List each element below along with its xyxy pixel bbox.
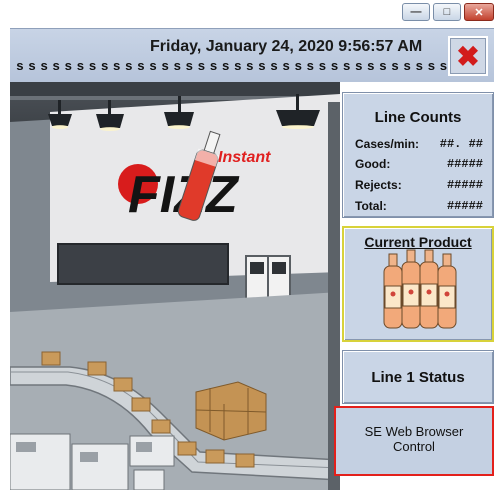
line-counts-title: Line Counts [374,109,462,126]
web-browser-control-label: SE Web Browser Control [336,424,492,454]
window-chrome: — □ ✕ [0,0,494,28]
line-counts-panel: Line Counts Cases/min: ##. ## Good: ####… [342,92,494,218]
close-screen-button[interactable]: ✖ [448,36,488,76]
count-value: ##### [446,199,483,213]
minimize-window-button[interactable]: — [402,3,430,21]
count-label: Rejects: [355,178,402,192]
minimize-icon: — [410,6,422,18]
count-label: Good: [355,157,391,171]
hmi-window: — □ ✕ Friday, January 24, 2020 9:56:57 A… [0,0,494,490]
good-count-row: Good: ##### [355,157,483,171]
line-1-status-label: Line 1 Status [371,369,465,386]
close-icon: ✕ [474,6,484,19]
count-value: ##. ## [439,137,483,151]
product-bottles-icon [383,249,457,329]
count-value: ##### [446,157,483,171]
brand-tagline: Instant [218,149,271,166]
rejects-count-row: Rejects: ##### [355,178,483,192]
datetime-display: Friday, January 24, 2020 9:56:57 AM [150,38,423,55]
message-ticker: ssssssssssssssssssssssssssssssssssss [16,59,452,74]
pallet-stack [195,381,267,441]
line-1-status-button[interactable]: Line 1 Status [342,350,494,404]
close-x-icon: ✖ [456,40,480,72]
total-count-row: Total: ##### [355,199,483,213]
count-label: Cases/min: [355,137,420,151]
web-browser-control[interactable]: SE Web Browser Control [334,406,494,476]
close-window-button[interactable]: ✕ [464,3,494,21]
factory-scene: FIZZ Instant [10,82,340,490]
current-product-button[interactable]: Current Product [342,226,494,342]
count-value: ##### [446,178,483,192]
maximize-icon: □ [443,6,451,18]
factory-illustration: FIZZ Instant [10,82,340,490]
maximize-window-button[interactable]: □ [433,3,461,21]
count-label: Total: [355,199,387,213]
browser-label-line1: SE Web Browser [364,424,464,439]
cases-per-min-row: Cases/min: ##. ## [355,137,483,151]
browser-label-line2: Control [393,439,435,454]
header-bar: Friday, January 24, 2020 9:56:57 AM ssss… [10,28,494,82]
